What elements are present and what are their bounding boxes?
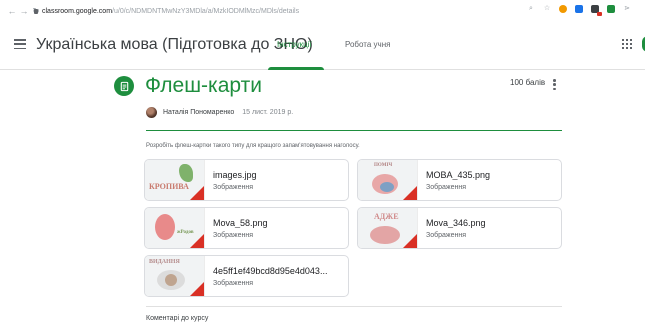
image-type-corner-icon — [190, 234, 204, 248]
class-comments-label: Коментарі до курсу — [146, 315, 209, 322]
attachment-type: Зображення — [426, 184, 467, 191]
attachment-card[interactable]: ВИДАННЯ 4e5ff1ef49bcd8d95e4d043... Зобра… — [144, 255, 349, 297]
image-type-corner-icon — [403, 234, 417, 248]
attachment-name: MOBA_435.png — [426, 170, 491, 180]
forward-icon[interactable]: → — [18, 4, 30, 18]
attachment-card[interactable]: ПОМІЧ MOBA_435.png Зображення — [357, 159, 562, 201]
thumbnail-text: ВИДАННЯ — [149, 259, 180, 265]
attachment-thumbnail: ПОМІЧ — [358, 160, 418, 200]
author-name: Наталія Пономаренко — [163, 109, 235, 116]
attachment-name: images.jpg — [213, 170, 257, 180]
lock-icon — [34, 8, 38, 14]
comments-divider — [146, 306, 562, 307]
attachment-card[interactable]: жРодов Mova_58.png Зображення — [144, 207, 349, 249]
browser-toolbar: ← → ↻ classroom.google.com /u/0/c/NDMDNT… — [0, 0, 645, 22]
attachment-type: Зображення — [213, 280, 254, 287]
more-options-icon[interactable] — [553, 79, 556, 90]
image-type-corner-icon — [190, 186, 204, 200]
post-date: 15 лист. 2019 р. — [242, 109, 294, 116]
main-menu-icon[interactable] — [14, 39, 26, 49]
attachment-name: Mova_346.png — [426, 218, 486, 228]
points-label: 100 балів — [510, 78, 546, 87]
attachment-type: Зображення — [426, 232, 467, 239]
thumbnail-text: КРОПИВА — [149, 182, 189, 191]
extension-green-icon[interactable] — [607, 5, 615, 13]
attachment-type: Зображення — [213, 184, 254, 191]
author-avatar — [146, 107, 157, 118]
extension-badge-icon[interactable] — [591, 5, 602, 16]
course-title[interactable]: Українська мова (Підготовка до ЗНО) — [36, 36, 313, 54]
bookmark-star-icon[interactable]: ☆ — [543, 5, 551, 13]
back-icon[interactable]: ← — [6, 4, 18, 18]
attachment-name: Mova_58.png — [213, 218, 268, 228]
google-apps-icon[interactable] — [622, 39, 632, 49]
url-path: /u/0/c/NDMDNTMwNzY3MDla/a/MzkIODMlMzc/MD… — [112, 7, 300, 15]
attachment-type: Зображення — [213, 232, 254, 239]
thumbnail-text: АДЖЕ — [374, 212, 399, 221]
url-host: classroom.google.com — [42, 7, 113, 15]
author-row: Наталія Пономаренко 15 лист. 2019 р. — [146, 107, 293, 118]
attachment-thumbnail: КРОПИВА — [145, 160, 205, 200]
attachment-card[interactable]: АДЖЕ Mova_346.png Зображення — [357, 207, 562, 249]
attachment-card[interactable]: КРОПИВА images.jpg Зображення — [144, 159, 349, 201]
address-bar[interactable]: classroom.google.com /u/0/c/NDMDNTMwNzY3… — [34, 5, 299, 17]
attachment-thumbnail: АДЖЕ — [358, 208, 418, 248]
zoom-icon[interactable]: ⌕ — [527, 5, 535, 13]
tab-instructions[interactable]: Інструкції — [277, 40, 312, 49]
assignment-title: Флеш-карти — [145, 74, 262, 97]
extension-blue-icon[interactable] — [575, 5, 583, 13]
image-type-corner-icon — [403, 186, 417, 200]
assignment-instructions: Розробіть флеш-картки такого типу для кр… — [146, 143, 360, 149]
attachment-thumbnail: ВИДАННЯ — [145, 256, 205, 296]
more-extensions-icon[interactable]: ⋗ — [623, 5, 631, 13]
attachment-name: 4e5ff1ef49bcd8d95e4d043... — [213, 266, 328, 276]
attachment-thumbnail: жРодов — [145, 208, 205, 248]
image-type-corner-icon — [190, 282, 204, 296]
active-tab-indicator — [268, 67, 324, 70]
assignment-icon — [114, 76, 134, 96]
header-divider — [146, 130, 562, 131]
classroom-header: Українська мова (Підготовка до ЗНО) Інст… — [0, 22, 645, 70]
thumbnail-text: ПОМІЧ — [374, 163, 393, 168]
extension-orange-icon[interactable] — [559, 5, 567, 13]
extension-area: ⌕ ☆ ⋗ — [527, 5, 631, 16]
tab-student-work[interactable]: Робота учня — [345, 40, 390, 49]
